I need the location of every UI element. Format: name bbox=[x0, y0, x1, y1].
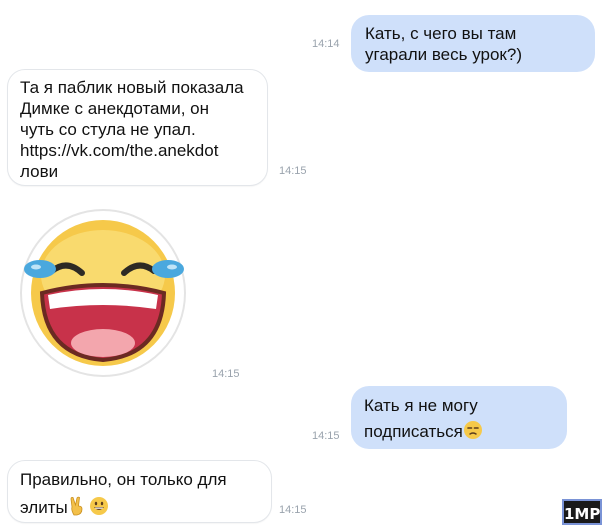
message-text-line: угарали весь урок?) bbox=[365, 45, 522, 64]
laughing-face-tears-icon bbox=[20, 209, 186, 377]
grinning-face-emoji bbox=[89, 496, 109, 521]
unamused-face-emoji bbox=[463, 420, 483, 445]
victory-hand-emoji bbox=[68, 496, 86, 521]
message-text-line: Та я паблик новый показала bbox=[20, 78, 244, 97]
message-text-line: Кать я не могу bbox=[364, 396, 478, 415]
message-timestamp: 14:15 bbox=[312, 430, 340, 442]
watermark-logo: 1MP bbox=[562, 499, 602, 525]
message-bubble-outgoing[interactable]: Кать, с чего вы там угарали весь урок?) bbox=[351, 15, 595, 72]
message-text-line: Кать, с чего вы там bbox=[365, 24, 517, 43]
message-timestamp: 14:15 bbox=[212, 368, 240, 380]
message-text-line: Правильно, он только для bbox=[20, 470, 227, 489]
message-text-line: чуть со стула не упал. bbox=[20, 120, 196, 139]
message-text-line: лови bbox=[20, 162, 59, 181]
message-timestamp: 14:14 bbox=[312, 38, 340, 50]
message-bubble-incoming[interactable]: Правильно, он только для элиты bbox=[7, 460, 272, 523]
message-bubble-outgoing[interactable]: Кать я не могу подписаться bbox=[351, 386, 567, 449]
message-timestamp: 14:15 bbox=[279, 165, 307, 177]
message-bubble-incoming[interactable]: Та я паблик новый показала Димке с анекд… bbox=[7, 69, 268, 186]
laughing-face-tears-sticker[interactable] bbox=[12, 205, 198, 381]
message-text-line: Димке с анекдотами, он bbox=[20, 99, 209, 118]
message-text-line: элиты bbox=[20, 498, 68, 517]
message-link[interactable]: https://vk.com/the.anekdot bbox=[20, 140, 255, 161]
message-text-line: подписаться bbox=[364, 422, 463, 441]
message-timestamp: 14:15 bbox=[279, 504, 307, 516]
